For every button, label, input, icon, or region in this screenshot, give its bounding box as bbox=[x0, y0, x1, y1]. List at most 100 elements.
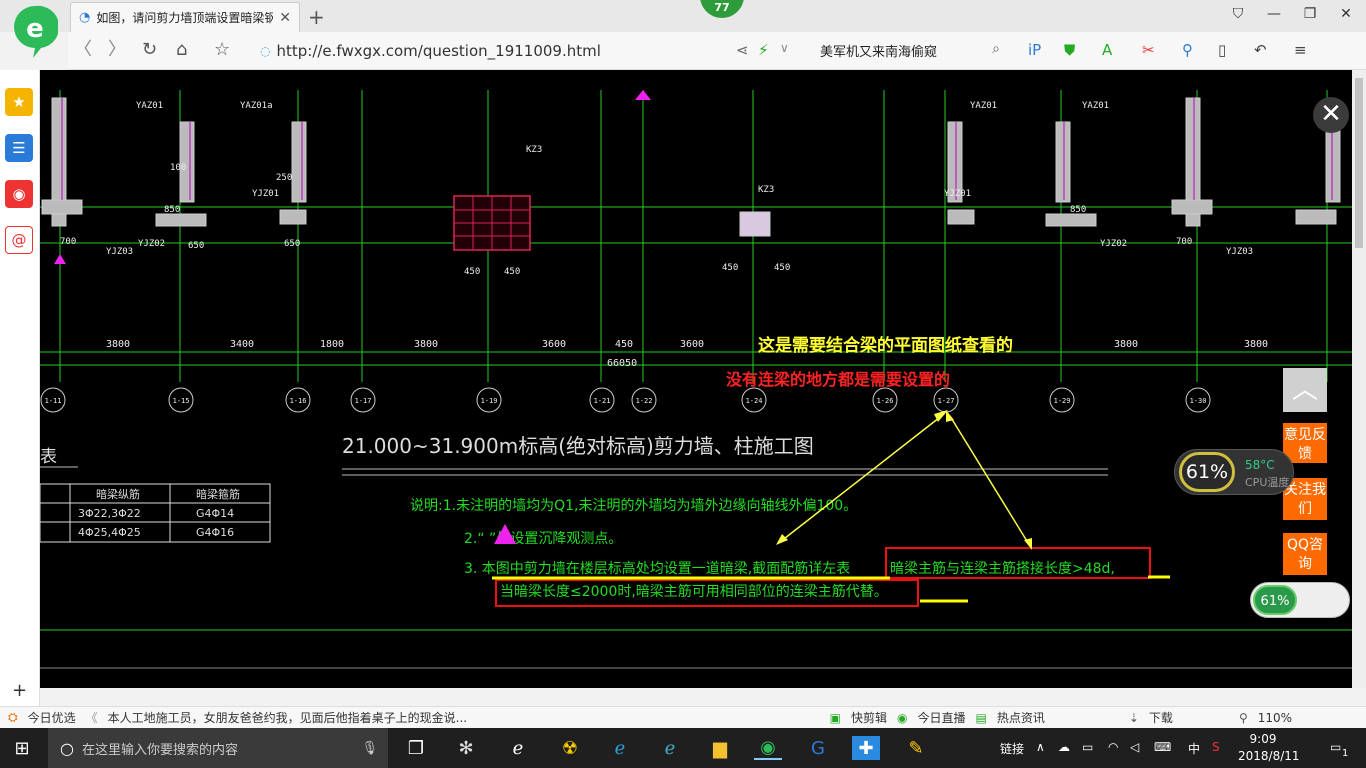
search-box[interactable]: 美军机又来南海偷窥 ⌕ bbox=[820, 41, 1000, 61]
tray-link-label[interactable]: 链接 bbox=[1000, 740, 1024, 757]
fan-app-icon[interactable]: ✻ bbox=[452, 736, 480, 760]
new-tab-button[interactable]: + bbox=[308, 5, 325, 29]
memory-percent: 61% bbox=[1253, 585, 1297, 615]
action-center-icon[interactable]: ▭ bbox=[1330, 740, 1341, 754]
chevron-up-icon[interactable]: ∧ bbox=[1036, 740, 1045, 754]
translate-icon[interactable]: A bbox=[1102, 41, 1112, 59]
live-link[interactable]: 今日直播 bbox=[917, 709, 965, 726]
task-view-icon[interactable]: ❐ bbox=[402, 736, 430, 760]
browser-taskbar-icon[interactable]: ◉ bbox=[754, 736, 782, 760]
axis-label: 1-11 bbox=[45, 397, 62, 405]
scrollbar-thumb[interactable] bbox=[1355, 78, 1363, 248]
download-link[interactable]: 下载 bbox=[1149, 709, 1173, 726]
notification-app-icon[interactable]: ☢ bbox=[556, 736, 584, 760]
vertical-scrollbar[interactable] bbox=[1352, 70, 1366, 688]
taskbar-search[interactable]: ○ 在这里输入你要搜索的内容 🎙 bbox=[48, 728, 388, 768]
tab-active[interactable]: ◔ 如图，请问剪力墙顶端设置暗梁钢 ✕ bbox=[70, 2, 300, 32]
browser-logo-icon[interactable]: e bbox=[12, 4, 60, 60]
news-ticker[interactable]: 本人工地施工员，女朋友爸爸约我，见面后他指着桌子上的现金说... bbox=[108, 709, 480, 726]
score-badge[interactable]: 77 bbox=[700, 0, 744, 18]
dim-label: 3800 bbox=[106, 339, 130, 350]
clock[interactable]: 9:09 2018/8/11 bbox=[1238, 731, 1300, 765]
battery-icon[interactable]: ▭ bbox=[1082, 740, 1093, 754]
clock-time: 9:09 bbox=[1249, 732, 1277, 746]
undo-icon[interactable]: ↶ bbox=[1254, 41, 1267, 59]
ie-e-icon[interactable]: ℯ bbox=[504, 736, 532, 760]
menu-icon[interactable]: ≡ bbox=[1294, 41, 1307, 59]
today-picks-icon: ⛭ bbox=[8, 710, 18, 724]
cad-label: YJZ01 bbox=[252, 189, 279, 199]
hot-news-link[interactable]: 热点资讯 bbox=[997, 709, 1045, 726]
close-window-button[interactable]: ✕ bbox=[1336, 6, 1356, 26]
add-sidebar-icon[interactable]: + bbox=[12, 680, 27, 701]
magnifier-icon[interactable]: ⚲ bbox=[1182, 41, 1193, 59]
weibo-icon[interactable]: ◉ bbox=[5, 180, 33, 208]
cpu-temp: 58°C bbox=[1245, 458, 1275, 472]
chevron-down-icon[interactable]: ∨ bbox=[780, 41, 789, 55]
note-3b: 暗梁主筋与连梁主筋搭接长度>48d, bbox=[890, 560, 1115, 577]
wifi-icon[interactable]: ◠ bbox=[1108, 740, 1118, 754]
dim-label: 3400 bbox=[230, 339, 254, 350]
feedback-button[interactable]: 意见反馈 bbox=[1283, 423, 1327, 463]
close-overlay-button[interactable]: ✕ bbox=[1313, 97, 1349, 133]
home-button[interactable]: ⌂ bbox=[176, 40, 187, 60]
search-icon[interactable]: ⌕ bbox=[992, 41, 1000, 57]
scissors-icon[interactable]: ✂ bbox=[1142, 41, 1155, 59]
cad-label: YJZ01 bbox=[944, 189, 971, 199]
cpu-monitor-widget[interactable]: 61% 58°C CPU温度 bbox=[1174, 449, 1294, 495]
cross-app-icon[interactable]: ✚ bbox=[852, 736, 880, 760]
close-tab-icon[interactable]: ✕ bbox=[279, 10, 291, 26]
cad-dim: 850 bbox=[1070, 205, 1086, 215]
ime-indicator[interactable]: 中 bbox=[1188, 740, 1200, 757]
reading-list-icon[interactable]: ☰ bbox=[5, 134, 33, 162]
internet-explorer-icon[interactable]: ℯ bbox=[656, 736, 684, 760]
note-1: 说明:1.未注明的墙均为Q1,未注明的外墙均为墙外边缘向轴线外偏100。 bbox=[410, 498, 857, 514]
cad-label: YAZ01 bbox=[1082, 101, 1109, 111]
shirt-icon[interactable]: ⛉ bbox=[1228, 6, 1248, 26]
zoom-level[interactable]: 110% bbox=[1258, 711, 1292, 725]
tray-notify-icon[interactable]: ☁ bbox=[1058, 740, 1070, 754]
video-icon: ▣ bbox=[829, 710, 841, 725]
dim-label: 450 bbox=[615, 339, 633, 350]
today-picks-link[interactable]: 今日优选 bbox=[28, 709, 76, 726]
shield-icon[interactable]: ⛊ bbox=[1064, 41, 1075, 59]
left-sidebar: ★ ☰ ◉ @ + bbox=[0, 70, 40, 706]
address-url: http://e.fwxgx.com/question_1911009.html bbox=[276, 42, 601, 60]
microphone-icon[interactable]: 🎙 bbox=[361, 741, 378, 756]
g-app-icon[interactable]: G bbox=[804, 736, 832, 760]
cad-dim: 700 bbox=[1176, 237, 1192, 247]
sogou-icon[interactable]: S bbox=[1212, 740, 1220, 754]
favorite-star-icon[interactable]: ☆ bbox=[214, 40, 230, 60]
file-explorer-icon[interactable]: ▆ bbox=[706, 736, 734, 760]
cpu-label: CPU温度 bbox=[1245, 476, 1290, 489]
favorites-star-icon[interactable]: ★ bbox=[5, 88, 33, 116]
minimize-button[interactable]: — bbox=[1264, 6, 1284, 26]
restore-button[interactable]: ❐ bbox=[1300, 6, 1320, 26]
status-bar: ⛭ 今日优选 《 本人工地施工员，女朋友爸爸约我，见面后他指着桌子上的现金说..… bbox=[0, 706, 1366, 728]
volume-icon[interactable]: ◁ bbox=[1130, 740, 1139, 754]
iqiyi-icon[interactable]: iP bbox=[1028, 41, 1041, 59]
search-placeholder: 在这里输入你要搜索的内容 bbox=[81, 742, 238, 758]
email-icon[interactable]: @ bbox=[5, 226, 33, 254]
phone-icon[interactable]: ▯ bbox=[1218, 41, 1226, 59]
zoom-icon: ⚲ bbox=[1238, 710, 1248, 725]
reload-button[interactable]: ↻ bbox=[142, 40, 157, 60]
share-icon[interactable]: ⋖ bbox=[736, 41, 749, 59]
keyboard-icon[interactable]: ⌨ bbox=[1154, 740, 1171, 754]
lightning-icon[interactable]: ⚡ bbox=[758, 41, 769, 59]
qq-consult-button[interactable]: QQ咨询 bbox=[1283, 533, 1327, 575]
memory-widget[interactable]: 61% bbox=[1250, 582, 1350, 618]
live-icon: ◉ bbox=[897, 710, 908, 725]
quick-edit-link[interactable]: 快剪辑 bbox=[851, 709, 887, 726]
notes-app-icon[interactable]: ✎ bbox=[902, 736, 930, 760]
cad-label: YAZ01 bbox=[970, 101, 997, 111]
axis-label: 1-16 bbox=[290, 397, 307, 405]
address-bar[interactable]: ◌ http://e.fwxgx.com/question_1911009.ht… bbox=[260, 41, 790, 61]
forward-button[interactable]: 〉 bbox=[108, 40, 126, 60]
back-to-top-button[interactable]: ︿ bbox=[1283, 368, 1327, 412]
axis-label: 1-26 bbox=[877, 397, 894, 405]
back-button[interactable]: 〈 bbox=[74, 40, 92, 60]
edge-icon[interactable]: ℯ bbox=[606, 736, 634, 760]
search-text: 美军机又来南海偷窥 bbox=[820, 45, 938, 60]
windows-start-icon[interactable]: ⊞ bbox=[8, 736, 36, 760]
